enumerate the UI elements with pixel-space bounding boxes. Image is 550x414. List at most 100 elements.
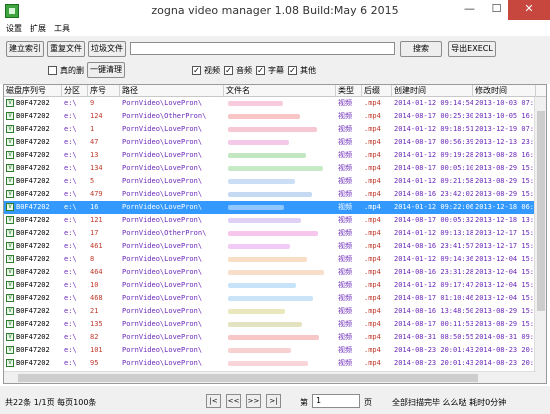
cell-part: e:\ xyxy=(64,359,77,367)
table-row[interactable]: V B0F47202 e:\ 10 PornVideo\LovePron\ 视频 .mp4 2… xyxy=(4,279,546,292)
cell-part: e:\ xyxy=(64,320,77,328)
cell-created: 2014-01-12 09:18:51 xyxy=(394,125,473,133)
cell-modified: 2013-12-18 13:30:50 xyxy=(475,216,536,224)
first-page-button[interactable]: |< xyxy=(206,394,221,408)
blurred-filename xyxy=(228,244,290,249)
file-table[interactable]: 磁盘序列号 分区 序号 路径 文件名 类型 后缀 创建时间 修改时间 V B0F4… xyxy=(3,84,547,384)
last-page-button[interactable]: >| xyxy=(266,394,281,408)
table-row[interactable]: V B0F47202 e:\ 1 PornVideo\LovePron\ 视频 .mp4 20… xyxy=(4,123,546,136)
cell-serial-wrap: VB0F47202 xyxy=(4,292,62,305)
cell-modified: 2013-08-29 15:36:50 xyxy=(475,190,536,198)
filter-subtitle-checkbox[interactable]: ✓ xyxy=(256,66,265,75)
table-row[interactable]: V B0F47202 e:\ 8 PornVideo\LovePron\ 视频 .mp4 20… xyxy=(4,253,546,266)
export-excel-button[interactable]: 导出EXECL xyxy=(448,41,496,57)
table-row[interactable]: V B0F47202 e:\ 47 PornVideo\LovePron\ 视频 .mp4 2… xyxy=(4,136,546,149)
col-ext[interactable]: 后缀 xyxy=(362,85,392,97)
cell-part: e:\ xyxy=(64,307,77,315)
blurred-filename xyxy=(228,309,285,314)
cell-serial-wrap: VB0F47202 xyxy=(4,188,62,201)
cell-num: 9 xyxy=(90,99,95,107)
table-row[interactable]: V B0F47202 e:\ 9 PornVideo\LovePron\ 视频 .mp4 20… xyxy=(4,97,546,110)
cell-created: 2014-08-16 23:42:02 xyxy=(394,190,473,198)
vertical-scroll-thumb[interactable] xyxy=(537,111,545,311)
table-row[interactable]: V B0F47202 e:\ 479 PornVideo\LovePron\ 视频 .mp4… xyxy=(4,188,546,201)
col-type[interactable]: 类型 xyxy=(336,85,362,97)
search-input[interactable] xyxy=(130,42,395,55)
table-row[interactable]: V B0F47202 e:\ 135 PornVideo\LovePron\ 视频 .mp4… xyxy=(4,318,546,331)
cell-num: 47 xyxy=(90,138,99,146)
blurred-filename xyxy=(228,153,306,158)
col-path[interactable]: 路径 xyxy=(120,85,224,97)
vertical-scrollbar[interactable] xyxy=(534,97,546,383)
table-row[interactable]: V B0F47202 e:\ 101 PornVideo\LovePron\ 视频 .mp4… xyxy=(4,344,546,357)
table-row[interactable]: V B0F47202 e:\ 21 PornVideo\LovePron\ 视频 .mp4 2… xyxy=(4,305,546,318)
cell-part: e:\ xyxy=(64,242,77,250)
cell-path: PornVideo\LovePron\ xyxy=(122,125,203,133)
table-row[interactable]: V B0F47202 e:\ 16 PornVideo\LovePron\ 视频 .mp4 2… xyxy=(4,201,546,214)
cell-num: 135 xyxy=(90,320,103,328)
blurred-filename xyxy=(228,361,308,366)
table-row[interactable]: V B0F47202 e:\ 134 PornVideo\LovePron\ 视频 .mp4… xyxy=(4,162,546,175)
table-row[interactable]: V B0F47202 e:\ 82 PornVideo\LovePron\ 视频 .mp4 2… xyxy=(4,331,546,344)
one-click-clean-button[interactable]: 一键清理 xyxy=(87,62,125,78)
menu-settings[interactable]: 设置 xyxy=(6,23,22,34)
blurred-filename xyxy=(228,283,296,288)
cell-type: 视频 xyxy=(338,125,352,133)
table-row[interactable]: V B0F47202 e:\ 468 PornVideo\LovePron\ 视频 .mp4… xyxy=(4,292,546,305)
cell-modified: 2013-12-18 06:51:00 xyxy=(475,203,536,211)
cell-type: 视频 xyxy=(338,255,352,263)
prev-page-button[interactable]: << xyxy=(226,394,241,408)
table-row[interactable]: V B0F47202 e:\ 124 PornVideo\OtherPron\ 视频 .mp… xyxy=(4,110,546,123)
horizontal-scroll-thumb[interactable] xyxy=(18,374,478,382)
build-index-button[interactable]: 建立索引 xyxy=(6,41,44,57)
cell-type: 视频 xyxy=(338,190,352,198)
col-filename[interactable]: 文件名 xyxy=(224,85,336,97)
cell-type: 视频 xyxy=(338,281,352,289)
col-modified[interactable]: 修改时间 xyxy=(473,85,536,97)
col-serial[interactable]: 磁盘序列号 xyxy=(4,85,62,97)
blurred-filename xyxy=(228,166,323,171)
close-button[interactable]: ✕ xyxy=(508,0,550,20)
real-delete-checkbox[interactable] xyxy=(48,66,57,75)
filter-audio-checkbox[interactable]: ✓ xyxy=(224,66,233,75)
table-row[interactable]: V B0F47202 e:\ 95 PornVideo\LovePron\ 视频 .mp4 2… xyxy=(4,357,546,370)
horizontal-scrollbar[interactable] xyxy=(4,371,536,383)
next-page-button[interactable]: >> xyxy=(246,394,261,408)
cell-ext: .mp4 xyxy=(364,164,381,172)
status-bar: 共22条 1/1页 每页100条 |< << >> >| 第 1 页 全部扫描完… xyxy=(0,386,550,414)
cell-modified: 2013-12-04 15:44:00 xyxy=(475,294,536,302)
col-index[interactable]: 序号 xyxy=(88,85,120,97)
cell-ext: .mp4 xyxy=(364,190,381,198)
cell-serial: B0F47202 xyxy=(16,151,50,159)
cell-path: PornVideo\LovePron\ xyxy=(122,320,203,328)
filter-video-checkbox[interactable]: ✓ xyxy=(192,66,201,75)
table-row[interactable]: V B0F47202 e:\ 121 PornVideo\LovePron\ 视频 .mp4… xyxy=(4,214,546,227)
page-number-input[interactable]: 1 xyxy=(312,394,360,408)
table-row[interactable]: V B0F47202 e:\ 464 PornVideo\LovePron\ 视频 .mp4… xyxy=(4,266,546,279)
page-suffix: 页 xyxy=(364,398,372,407)
video-file-icon: V xyxy=(6,307,14,315)
video-file-icon: V xyxy=(6,294,14,302)
minimize-button[interactable]: — xyxy=(456,0,483,20)
menu-tools[interactable]: 工具 xyxy=(54,23,70,34)
menu-extensions[interactable]: 扩展 xyxy=(30,23,46,34)
cell-part: e:\ xyxy=(64,164,77,172)
duplicate-files-button[interactable]: 重复文件 xyxy=(47,41,85,57)
col-partition[interactable]: 分区 xyxy=(62,85,88,97)
cell-ext: .mp4 xyxy=(364,99,381,107)
maximize-button[interactable]: ☐ xyxy=(483,0,510,20)
cell-path: PornVideo\LovePron\ xyxy=(122,190,203,198)
cell-serial-wrap: VB0F47202 xyxy=(4,227,62,240)
table-row[interactable]: V B0F47202 e:\ 5 PornVideo\LovePron\ 视频 .mp4 20… xyxy=(4,175,546,188)
search-button[interactable]: 搜索 xyxy=(400,41,442,57)
table-row[interactable]: V B0F47202 e:\ 461 PornVideo\LovePron\ 视频 .mp4… xyxy=(4,240,546,253)
col-created[interactable]: 创建时间 xyxy=(392,85,473,97)
cell-part: e:\ xyxy=(64,125,77,133)
cell-filename xyxy=(224,149,336,162)
table-row[interactable]: V B0F47202 e:\ 13 PornVideo\LovePron\ 视频 .mp4 2… xyxy=(4,149,546,162)
filter-other-checkbox[interactable]: ✓ xyxy=(288,66,297,75)
table-row[interactable]: V B0F47202 e:\ 17 PornVideo\OtherPron\ 视频 .mp4… xyxy=(4,227,546,240)
cell-modified: 2013-12-04 15:52:00 xyxy=(475,268,536,276)
junk-files-button[interactable]: 垃圾文件 xyxy=(88,41,126,57)
cell-filename xyxy=(224,253,336,266)
